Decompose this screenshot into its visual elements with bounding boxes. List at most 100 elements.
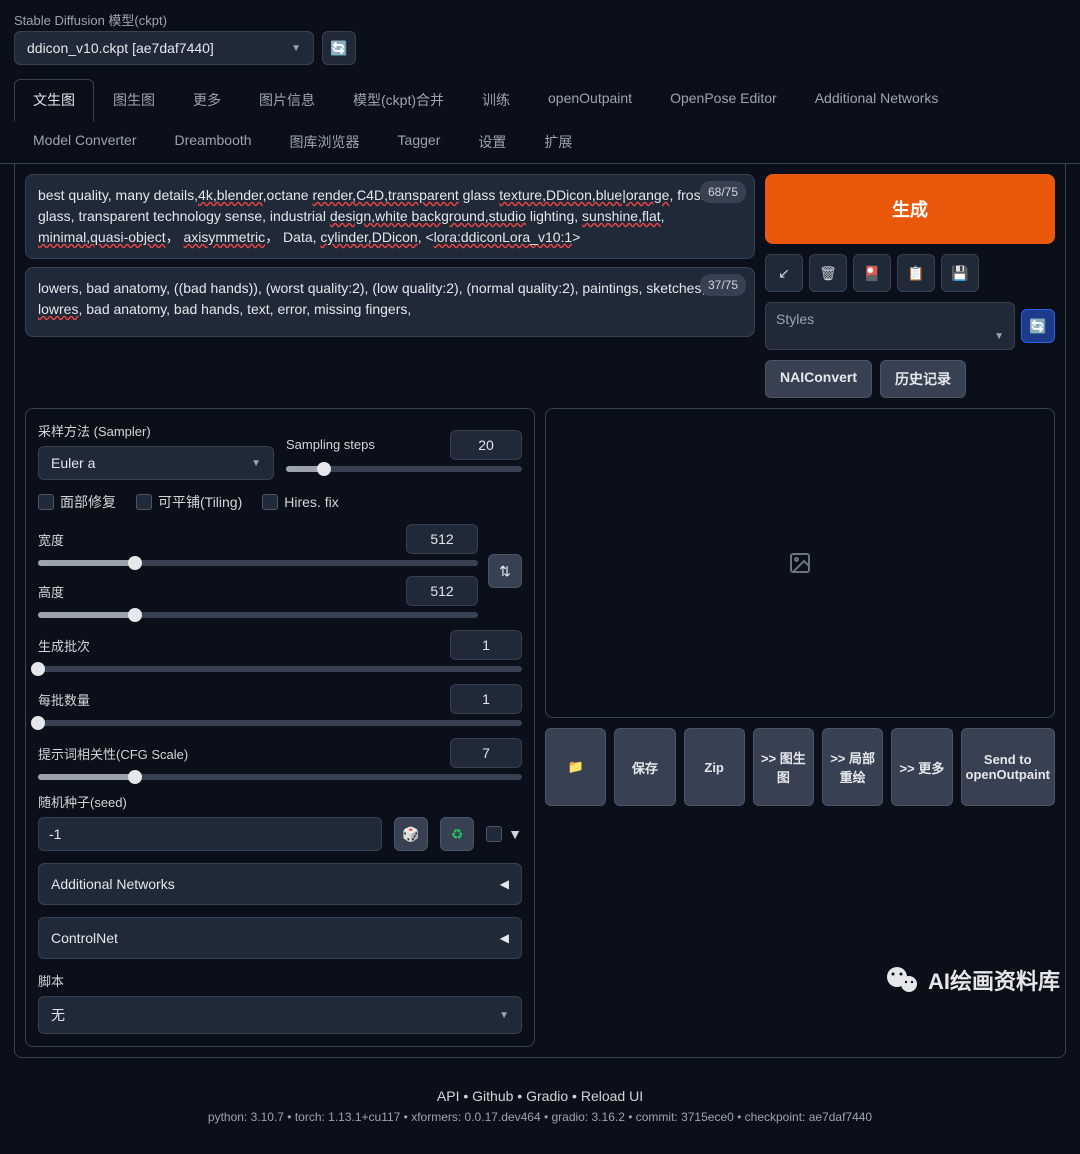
swap-dims-button[interactable]: ⇅ xyxy=(488,554,522,588)
trash-icon: 🗑 xyxy=(819,265,837,282)
tab-extras[interactable]: 更多 xyxy=(174,79,240,121)
tab-openpose[interactable]: OpenPose Editor xyxy=(651,79,796,121)
clear-button[interactable]: 🗑 xyxy=(809,254,847,292)
open-folder-button[interactable]: 📁 xyxy=(545,728,606,806)
face-restore-checkbox[interactable]: 面部修复 xyxy=(38,492,116,512)
prompt-input[interactable]: 68/75 best quality, many details,4k,blen… xyxy=(25,174,755,259)
github-link[interactable]: Github xyxy=(472,1088,513,1104)
clipboard-icon: 📋 xyxy=(907,265,924,282)
model-value: ddicon_v10.ckpt [ae7daf7440] xyxy=(27,40,214,56)
tiling-checkbox[interactable]: 可平铺(Tiling) xyxy=(136,492,242,512)
steps-slider[interactable] xyxy=(286,466,522,472)
chevron-down-icon: ▼ xyxy=(291,43,301,54)
additional-networks-accordion[interactable]: Additional Networks ◀ xyxy=(38,863,522,905)
steps-label: Sampling steps xyxy=(286,437,375,452)
footer: API • Github • Gradio • Reload UI python… xyxy=(0,1072,1080,1154)
seed-input[interactable]: -1 xyxy=(38,817,382,851)
send-more-button[interactable]: >> 更多 xyxy=(891,728,952,806)
api-link[interactable]: API xyxy=(437,1088,460,1104)
script-value: 无 xyxy=(51,1005,65,1025)
sampler-select[interactable]: Euler a ▼ xyxy=(38,446,274,480)
batch-size-input[interactable]: 1 xyxy=(450,684,522,714)
controlnet-accordion[interactable]: ControlNet ◀ xyxy=(38,917,522,959)
save-button[interactable]: 保存 xyxy=(614,728,675,806)
prompt-token-count: 68/75 xyxy=(700,181,746,203)
chevron-down-icon: ▼ xyxy=(251,458,261,469)
neg-token-count: 37/75 xyxy=(700,274,746,296)
extra-networks-button[interactable]: 🎴 xyxy=(853,254,891,292)
tab-pnginfo[interactable]: 图片信息 xyxy=(240,79,334,121)
tab-merge[interactable]: 模型(ckpt)合并 xyxy=(334,79,463,121)
footer-meta: python: 3.10.7 • torch: 1.13.1+cu117 • x… xyxy=(0,1110,1080,1124)
generate-button[interactable]: 生成 xyxy=(765,174,1055,244)
wechat-icon xyxy=(884,962,920,998)
refresh-icon: 🔄 xyxy=(330,40,347,57)
width-slider[interactable] xyxy=(38,560,478,566)
save-icon: 💾 xyxy=(951,265,968,282)
script-label: 脚本 xyxy=(38,971,522,990)
cfg-label: 提示词相关性(CFG Scale) xyxy=(38,744,188,763)
tab-modelconv[interactable]: Model Converter xyxy=(14,121,156,163)
cfg-input[interactable]: 7 xyxy=(450,738,522,768)
tab-dreambooth[interactable]: Dreambooth xyxy=(156,121,271,163)
batch-count-slider[interactable] xyxy=(38,666,522,672)
script-select[interactable]: 无 ▼ xyxy=(38,996,522,1034)
swap-icon: ⇅ xyxy=(499,563,511,580)
send-img2img-button[interactable]: >> 图生图 xyxy=(753,728,814,806)
tab-tagger[interactable]: Tagger xyxy=(379,121,460,163)
main-tabs: 文生图 图生图 更多 图片信息 模型(ckpt)合并 训练 openOutpai… xyxy=(0,65,1080,164)
model-select[interactable]: ddicon_v10.ckpt [ae7daf7440] ▼ xyxy=(14,31,314,65)
height-input[interactable]: 512 xyxy=(406,576,478,606)
sampler-label: 采样方法 (Sampler) xyxy=(38,421,274,440)
reuse-seed-button[interactable]: ♻ xyxy=(440,817,474,851)
gradio-link[interactable]: Gradio xyxy=(526,1088,568,1104)
naiconvert-button[interactable]: NAIConvert xyxy=(765,360,872,398)
steps-input[interactable]: 20 xyxy=(450,430,522,460)
tab-txt2img[interactable]: 文生图 xyxy=(14,79,94,122)
height-label: 高度 xyxy=(38,582,64,601)
output-image-area xyxy=(545,408,1055,718)
tab-img2img[interactable]: 图生图 xyxy=(94,79,174,121)
reload-link[interactable]: Reload UI xyxy=(581,1088,643,1104)
interrogate-button[interactable]: ↙ xyxy=(765,254,803,292)
hires-checkbox[interactable]: Hires. fix xyxy=(262,492,338,512)
zip-button[interactable]: Zip xyxy=(684,728,745,806)
triangle-left-icon: ◀ xyxy=(500,877,509,891)
send-outpaint-button[interactable]: Send to openOutpaint xyxy=(961,728,1055,806)
refresh-styles-button[interactable]: 🔄 xyxy=(1021,309,1055,343)
styles-label: Styles xyxy=(776,311,1004,327)
refresh-model-button[interactable]: 🔄 xyxy=(322,31,356,65)
send-inpaint-button[interactable]: >> 局部重绘 xyxy=(822,728,883,806)
cfg-slider[interactable] xyxy=(38,774,522,780)
random-seed-button[interactable]: 🎲 xyxy=(394,817,428,851)
tab-browser[interactable]: 图库浏览器 xyxy=(271,121,379,163)
arrow-icon: ↙ xyxy=(778,265,790,282)
extra-seed-checkbox[interactable]: ▼ xyxy=(486,826,522,842)
tab-settings[interactable]: 设置 xyxy=(459,121,525,163)
triangle-left-icon: ◀ xyxy=(500,931,509,945)
tab-addnet[interactable]: Additional Networks xyxy=(796,79,958,121)
watermark-text: AI绘画资料库 xyxy=(928,964,1060,996)
paste-button[interactable]: 📋 xyxy=(897,254,935,292)
styles-select[interactable]: Styles ▼ xyxy=(765,302,1015,350)
dice-icon: 🎲 xyxy=(402,826,419,843)
negative-prompt-input[interactable]: 37/75 lowers, bad anatomy, ((bad hands))… xyxy=(25,267,755,337)
image-placeholder-icon xyxy=(788,551,812,575)
tab-openoutpaint[interactable]: openOutpaint xyxy=(529,79,651,121)
save-style-button[interactable]: 💾 xyxy=(941,254,979,292)
batch-count-input[interactable]: 1 xyxy=(450,630,522,660)
width-input[interactable]: 512 xyxy=(406,524,478,554)
height-slider[interactable] xyxy=(38,612,478,618)
model-label: Stable Diffusion 模型(ckpt) xyxy=(14,10,1066,29)
width-label: 宽度 xyxy=(38,530,64,549)
tab-extensions[interactable]: 扩展 xyxy=(525,121,591,163)
chevron-down-icon: ▼ xyxy=(499,1010,509,1021)
history-button[interactable]: 历史记录 xyxy=(880,360,966,398)
recycle-icon: ♻ xyxy=(451,826,464,843)
watermark: AI绘画资料库 xyxy=(884,962,1060,998)
card-icon: 🎴 xyxy=(863,265,880,282)
batch-size-slider[interactable] xyxy=(38,720,522,726)
batch-size-label: 每批数量 xyxy=(38,690,90,709)
seed-label: 随机种子(seed) xyxy=(38,792,522,811)
tab-train[interactable]: 训练 xyxy=(463,79,529,121)
